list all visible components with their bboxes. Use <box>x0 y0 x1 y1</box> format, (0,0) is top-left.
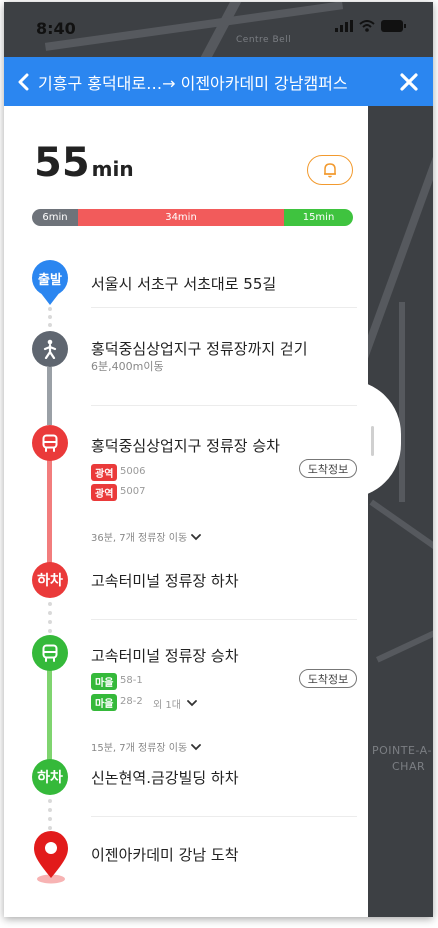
local-bus-line <box>47 667 52 762</box>
route-type-badge: 광역 <box>91 484 118 501</box>
walk-detail: 6분,400m이동 <box>91 360 164 373</box>
route-number[interactable]: 5007 <box>120 486 145 497</box>
bus-icon <box>42 434 58 452</box>
chevron-down-icon[interactable] <box>187 699 197 707</box>
wifi-icon <box>359 20 375 32</box>
stops-summary: 36분, 7개 정류장 이동 <box>91 533 188 544</box>
divider <box>91 619 357 620</box>
bus-board-node <box>32 635 68 671</box>
alight-marker: 하차 <box>32 562 68 598</box>
total-duration-unit: min <box>91 157 134 181</box>
map-label-char: CHAR <box>392 760 426 773</box>
stops-expand-toggle[interactable]: 15분, 7개 정류장 이동 <box>91 739 202 754</box>
time-breakdown-bar: 6min 34min 15min <box>32 209 353 226</box>
total-duration-value: 55 <box>34 140 90 186</box>
chevron-down-icon <box>191 533 202 540</box>
more-routes-label[interactable]: 외 1대 <box>153 696 181 711</box>
start-title: 서울시 서초구 서초대로 55길 <box>91 275 277 293</box>
alight-marker-label: 하차 <box>37 573 63 589</box>
route-type-badge: 광역 <box>91 464 118 481</box>
route-header: 기흥구 홍덕대로…→ 이젠아카데미 강남캠퍼스 <box>4 57 433 106</box>
route-number[interactable]: 5006 <box>120 466 145 477</box>
destination-pin-icon <box>34 831 68 884</box>
close-button[interactable] <box>389 57 429 106</box>
walk-line <box>47 367 52 425</box>
walk-title: 홍덕중심상업지구 정류장까지 걷기 <box>91 340 308 358</box>
walk-node <box>32 331 68 367</box>
bus-board-node <box>32 425 68 461</box>
divider <box>91 307 357 308</box>
alight-title: 신논현역.금강빌딩 하차 <box>91 769 239 787</box>
arrival-info-button[interactable]: 도착정보 <box>299 669 357 688</box>
divider <box>91 816 357 817</box>
alight-title: 고속터미널 정류장 하차 <box>91 572 239 590</box>
local-bus-time-segment: 15min <box>284 209 353 226</box>
chevron-down-icon <box>191 743 202 750</box>
alight-marker-label: 하차 <box>37 770 63 786</box>
dotted-connector <box>47 795 52 835</box>
bell-icon <box>324 163 336 178</box>
arrival-info-button[interactable]: 도착정보 <box>299 459 357 478</box>
start-marker: 출발 <box>32 260 68 296</box>
bus-board-title: 고속터미널 정류장 승차 <box>91 647 239 665</box>
route-detail-sheet[interactable] <box>4 106 368 917</box>
bus-board-title: 홍덕중심상업지구 정류장 승차 <box>91 437 280 455</box>
status-icons <box>335 20 407 32</box>
close-icon <box>400 72 418 91</box>
route-title[interactable]: 기흥구 홍덕대로…→ 이젠아카데미 강남캠퍼스 <box>38 70 389 94</box>
alarm-button[interactable] <box>307 155 353 185</box>
sheet-grip[interactable] <box>371 426 374 456</box>
divider <box>91 405 357 406</box>
walking-person-icon <box>43 339 57 359</box>
stops-summary: 15분, 7개 정류장 이동 <box>91 743 188 754</box>
dotted-connector <box>47 598 52 636</box>
total-duration: 55 min <box>34 140 134 186</box>
stops-expand-toggle[interactable]: 36분, 7개 정류장 이동 <box>91 529 202 544</box>
phone-frame: Centre Bell POINTE-A- CHAR 8:40 기흥구 홍덕대로… <box>4 2 433 917</box>
alight-marker: 하차 <box>32 759 68 795</box>
route-number[interactable]: 58-1 <box>120 675 143 686</box>
walk-time-segment: 6min <box>32 209 78 226</box>
chevron-left-icon <box>18 73 29 90</box>
bus-icon <box>42 644 58 662</box>
route-number[interactable]: 28-2 <box>120 696 143 707</box>
route-type-badge: 마을 <box>91 694 118 711</box>
arrive-title: 이젠아카데미 강남 도착 <box>91 846 239 864</box>
express-bus-line <box>47 457 52 567</box>
start-pin-tail <box>40 292 60 305</box>
status-bar: 8:40 <box>4 2 433 57</box>
status-time: 8:40 <box>36 19 76 38</box>
battery-icon <box>381 20 406 32</box>
route-type-badge: 마을 <box>91 673 118 690</box>
express-bus-time-segment: 34min <box>78 209 284 226</box>
back-button[interactable] <box>8 57 38 106</box>
start-marker-label: 출발 <box>38 272 62 288</box>
map-label-pointe: POINTE-A- <box>372 744 432 757</box>
signal-icon <box>335 20 353 32</box>
